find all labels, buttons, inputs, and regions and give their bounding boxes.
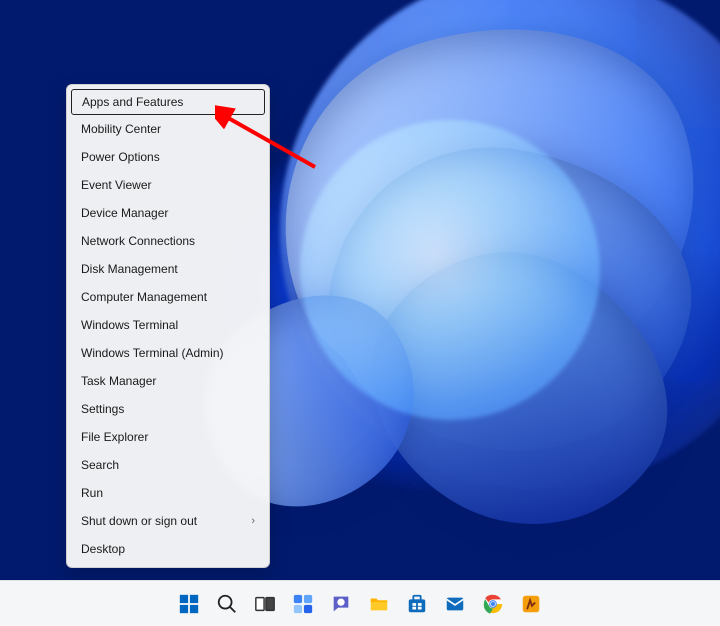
menu-item-network-connections[interactable]: Network Connections: [67, 227, 269, 255]
menu-item-search[interactable]: Search: [67, 451, 269, 479]
mail-icon: [444, 593, 466, 615]
menu-item-computer-management[interactable]: Computer Management: [67, 283, 269, 311]
menu-item-event-viewer[interactable]: Event Viewer: [67, 171, 269, 199]
menu-item-mobility-center[interactable]: Mobility Center: [67, 115, 269, 143]
mail-button[interactable]: [442, 591, 468, 617]
microsoft-store-button[interactable]: [404, 591, 430, 617]
menu-item-shut-down-or-sign-out[interactable]: Shut down or sign out ›: [67, 507, 269, 535]
menu-item-task-manager[interactable]: Task Manager: [67, 367, 269, 395]
task-view-button[interactable]: [252, 591, 278, 617]
start-button[interactable]: [176, 591, 202, 617]
taskbar: [0, 580, 720, 626]
chat-icon: [330, 593, 352, 615]
app-button[interactable]: [518, 591, 544, 617]
widgets-button[interactable]: [290, 591, 316, 617]
chrome-icon: [482, 593, 504, 615]
widgets-icon: [292, 593, 314, 615]
chat-button[interactable]: [328, 591, 354, 617]
menu-item-settings[interactable]: Settings: [67, 395, 269, 423]
menu-item-power-options[interactable]: Power Options: [67, 143, 269, 171]
windows-logo-icon: [178, 593, 200, 615]
menu-item-file-explorer[interactable]: File Explorer: [67, 423, 269, 451]
chrome-button[interactable]: [480, 591, 506, 617]
menu-item-desktop[interactable]: Desktop: [67, 535, 269, 563]
task-view-icon: [254, 593, 276, 615]
search-icon: [216, 593, 238, 615]
menu-item-disk-management[interactable]: Disk Management: [67, 255, 269, 283]
chevron-right-icon: ›: [251, 515, 255, 527]
menu-item-apps-and-features[interactable]: Apps and Features: [71, 89, 265, 115]
app-icon: [520, 593, 542, 615]
menu-item-windows-terminal-admin[interactable]: Windows Terminal (Admin): [67, 339, 269, 367]
winx-context-menu: Apps and Features Mobility Center Power …: [66, 84, 270, 568]
menu-item-windows-terminal[interactable]: Windows Terminal: [67, 311, 269, 339]
menu-item-run[interactable]: Run: [67, 479, 269, 507]
menu-item-device-manager[interactable]: Device Manager: [67, 199, 269, 227]
folder-icon: [368, 593, 390, 615]
store-icon: [406, 593, 428, 615]
search-button[interactable]: [214, 591, 240, 617]
file-explorer-button[interactable]: [366, 591, 392, 617]
